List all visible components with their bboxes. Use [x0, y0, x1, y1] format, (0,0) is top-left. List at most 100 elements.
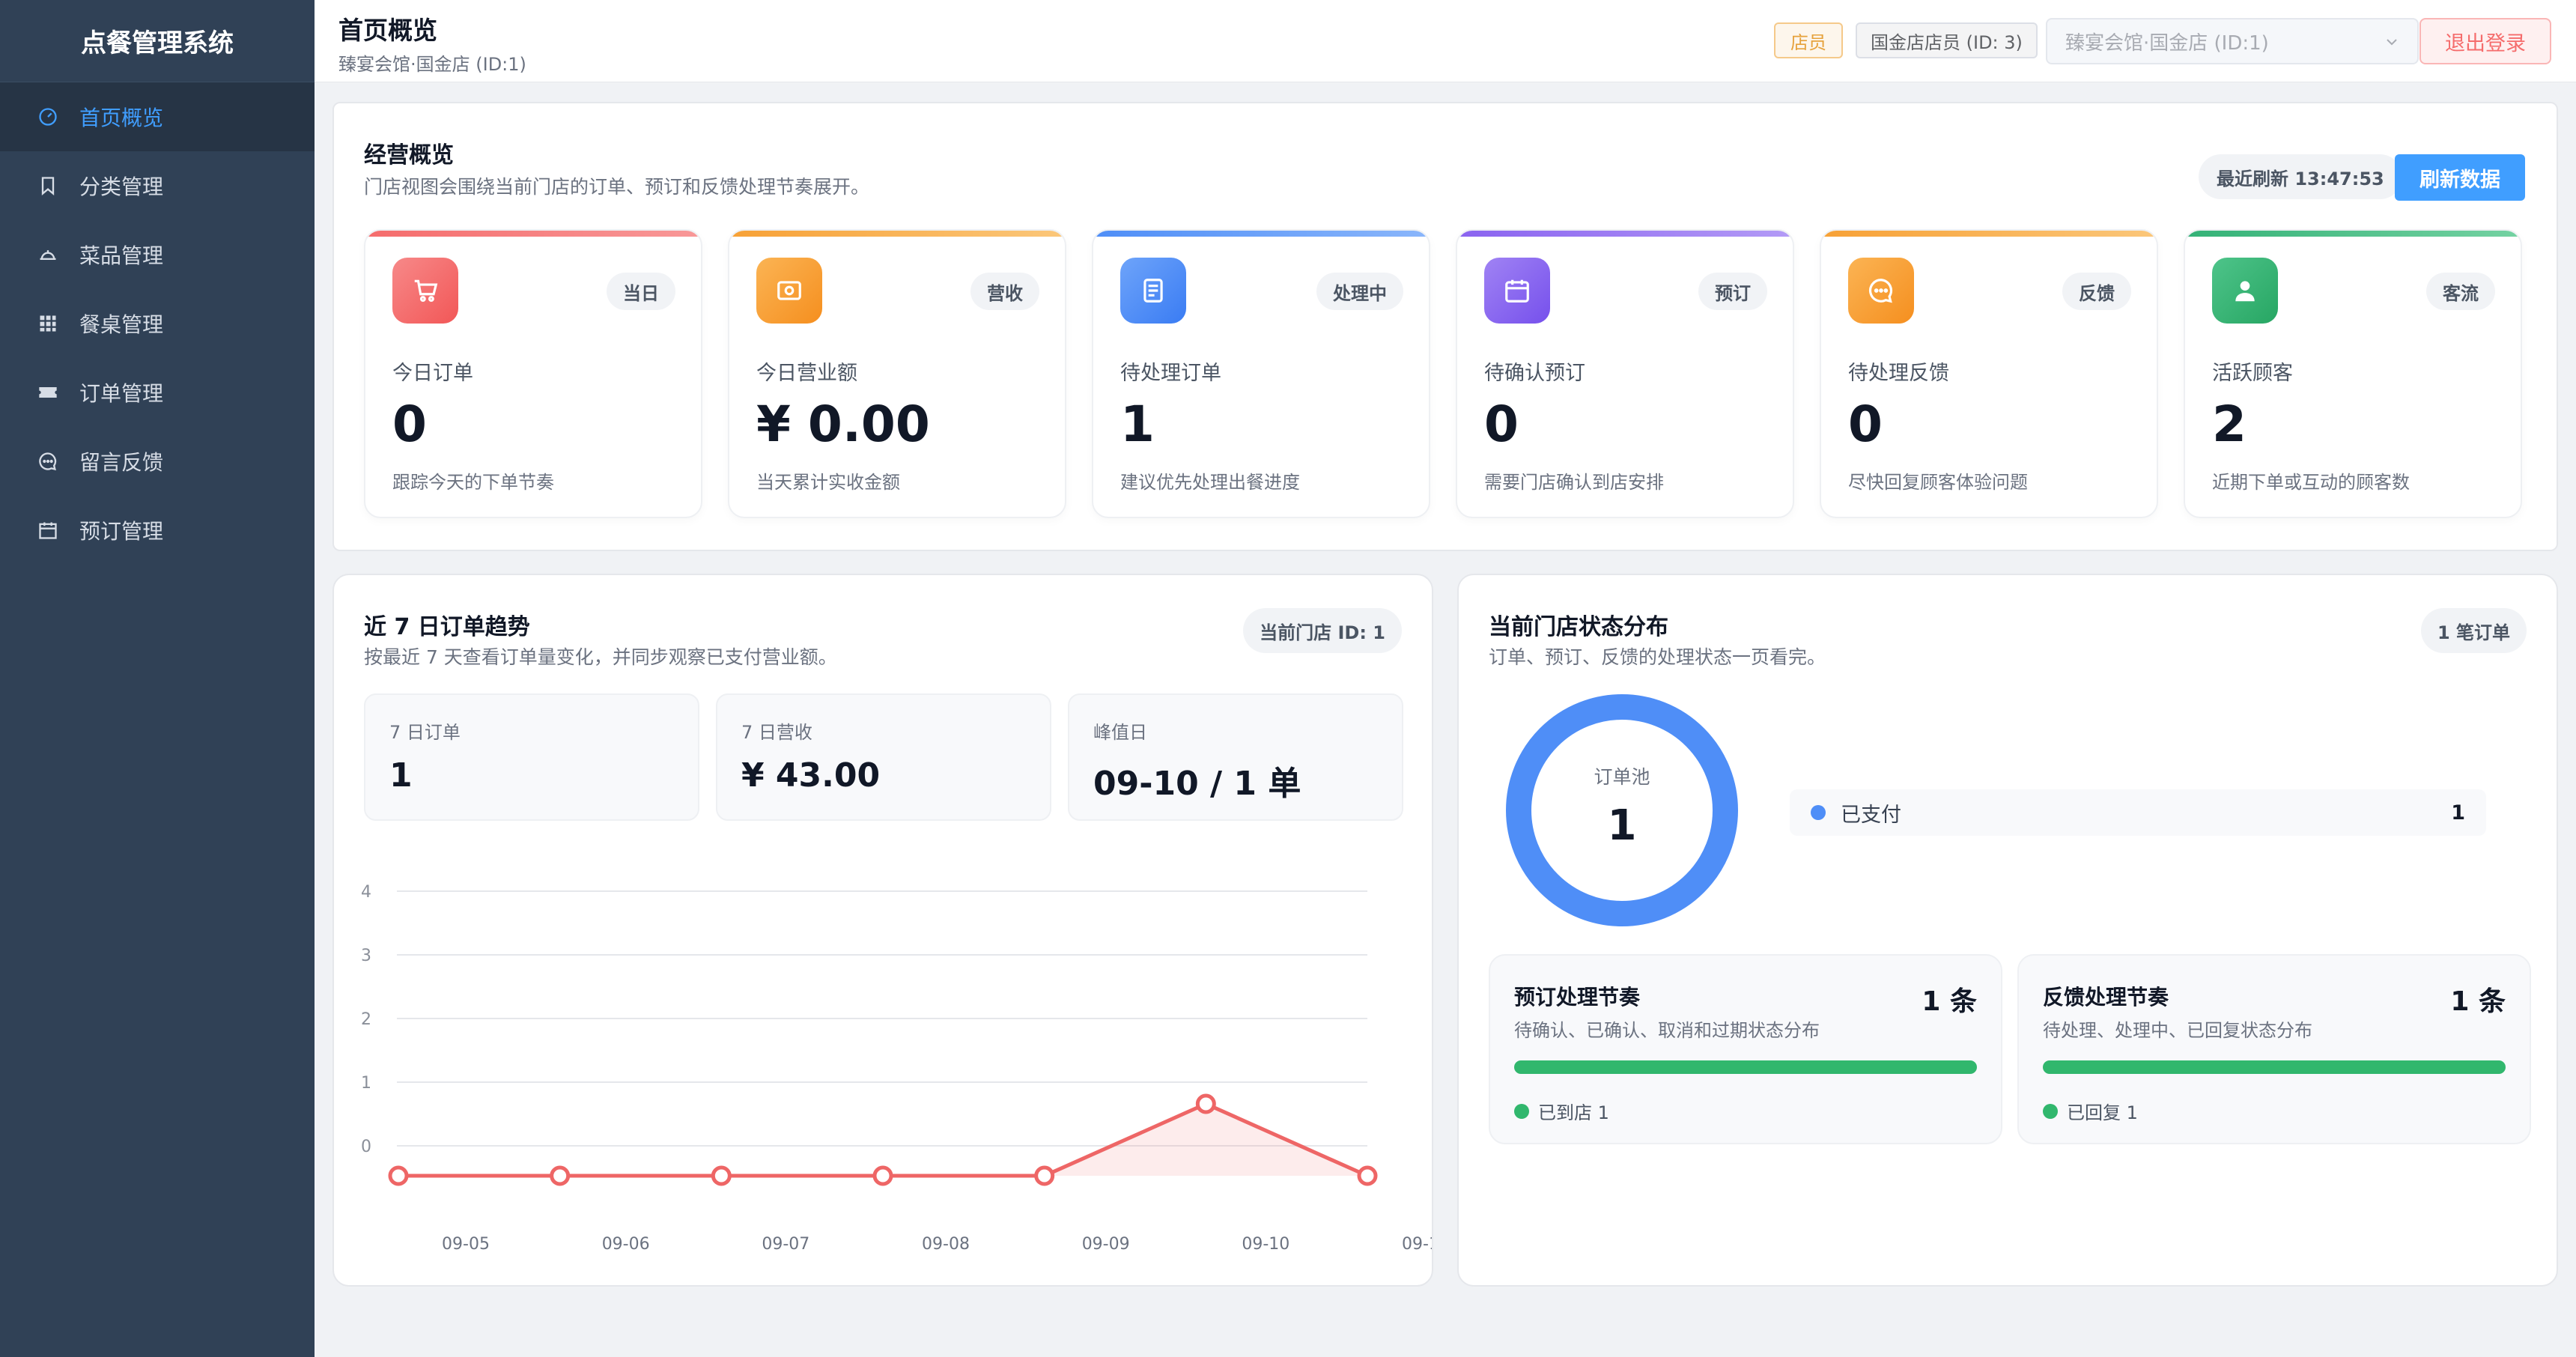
mini-label: 峰值日	[1093, 722, 1147, 743]
stat-card-pending-feedback: 反馈 待处理反馈 0 尽快回复顾客体验问题	[1820, 229, 2158, 518]
grid-icon	[37, 313, 58, 334]
reservation-rhythm-card: 预订处理节奏 1 条 待确认、已确认、取消和过期状态分布 已到店 1	[1489, 954, 2002, 1144]
status-dot	[1514, 1103, 1529, 1119]
top-header: 首页概览 臻宴会馆·国金店 (ID:1) 店员 国金店店员 (ID: 3) 臻宴…	[315, 0, 2576, 82]
sidebar-item-feedback[interactable]: 留言反馈	[0, 427, 315, 496]
x-tick-label: 09-09	[1082, 1235, 1130, 1254]
card-accent-bar	[1457, 231, 1793, 237]
rhythm-subtitle: 待确认、已确认、取消和过期状态分布	[1514, 1020, 1820, 1041]
sidebar-item-label: 订单管理	[79, 381, 164, 406]
store-id-pill: 当前门店 ID: 1	[1243, 608, 1402, 653]
user-icon	[2212, 258, 2278, 324]
overview-title: 经营概览	[364, 142, 454, 169]
dashboard-icon	[37, 106, 58, 127]
data-point[interactable]	[1195, 1093, 1216, 1114]
sidebar-item-label: 预订管理	[79, 519, 164, 544]
rhythm-legend-item: 已回复 1	[2043, 1098, 2138, 1124]
status-title: 当前门店状态分布	[1489, 614, 1668, 640]
rhythm-item-label: 已到店 1	[1538, 1102, 1609, 1123]
overview-subtitle: 门店视图会围绕当前门店的订单、预订和反馈处理节奏展开。	[364, 176, 870, 198]
refresh-button[interactable]: 刷新数据	[2395, 154, 2525, 201]
sidebar-item-category[interactable]: 分类管理	[0, 151, 315, 220]
card-accent-bar	[729, 231, 1065, 237]
mini-value: ¥ 43.00	[741, 756, 881, 795]
sidebar-item-reservations[interactable]: 预订管理	[0, 496, 315, 565]
card-tag: 预订	[1698, 273, 1767, 310]
mini-value: 1	[389, 756, 413, 795]
sidebar-item-label: 餐桌管理	[79, 312, 164, 337]
card-desc: 跟踪今天的下单节奏	[392, 472, 554, 493]
card-desc: 建议优先处理出餐进度	[1120, 472, 1300, 493]
sidebar-item-label: 菜品管理	[79, 243, 164, 268]
rhythm-progress-bar	[1514, 1060, 1977, 1074]
order-trend-chart: 0 1 2 3 4 09-05 09-06 09-07 09-08 09-09 09-10 09-11	[361, 883, 1432, 1254]
card-label: 待处理反馈	[1848, 362, 1949, 385]
card-tag: 当日	[607, 273, 675, 310]
rhythm-count: 1 条	[1922, 986, 1977, 1017]
cart-icon	[392, 258, 458, 324]
last-refresh-badge: 最近刷新 13:47:53	[2199, 154, 2402, 199]
card-tag: 反馈	[2062, 273, 2131, 310]
card-accent-bar	[1821, 231, 2157, 237]
sidebar-menu: 首页概览 分类管理 菜品管理 餐桌管理 订单管理 留言反馈 预订管理	[0, 82, 315, 565]
card-accent-bar	[1093, 231, 1429, 237]
data-point[interactable]	[1034, 1165, 1055, 1186]
data-point[interactable]	[550, 1165, 571, 1186]
series-area	[398, 1104, 1367, 1176]
status-subtitle: 订单、预订、反馈的处理状态一页看完。	[1489, 646, 1826, 668]
store-select[interactable]: 臻宴会馆·国金店 (ID:1)	[2046, 18, 2419, 64]
card-accent-bar	[2185, 231, 2521, 237]
logout-button[interactable]: 退出登录	[2419, 18, 2551, 64]
sidebar-item-dashboard[interactable]: 首页概览	[0, 82, 315, 151]
card-accent-bar	[365, 231, 701, 237]
role-badge: 店员	[1774, 22, 1843, 58]
status-panel: 当前门店状态分布 订单、预订、反馈的处理状态一页看完。 1 笔订单 订单池 1 …	[1457, 574, 2558, 1287]
trend-title: 近 7 日订单趋势	[364, 614, 530, 640]
bookmark-icon	[37, 175, 58, 196]
sidebar-item-label: 分类管理	[79, 174, 164, 199]
card-value: ¥ 0.00	[756, 395, 930, 453]
donut-value: 1	[1607, 801, 1637, 850]
chat-icon	[1848, 258, 1914, 324]
x-tick-label: 09-07	[762, 1235, 809, 1254]
store-select-value: 臻宴会馆·国金店 (ID:1)	[2065, 31, 2269, 55]
sidebar-item-label: 首页概览	[79, 106, 164, 130]
mini-label: 7 日订单	[389, 722, 461, 743]
y-tick-label: 1	[361, 1074, 371, 1093]
app-title: 点餐管理系统	[0, 0, 315, 82]
legend-dot	[1811, 805, 1826, 820]
trend-subtitle: 按最近 7 天查看订单量变化，并同步观察已支付营业额。	[364, 646, 837, 668]
card-desc: 尽快回复顾客体验问题	[1848, 472, 2028, 493]
legend-item-paid: 已支付 1	[1790, 789, 2486, 836]
y-tick-label: 0	[361, 1138, 371, 1156]
status-dot	[2043, 1103, 2058, 1119]
stat-card-today-orders: 当日 今日订单 0 跟踪今天的下单节奏	[364, 229, 702, 518]
sidebar-item-dishes[interactable]: 菜品管理	[0, 220, 315, 289]
dish-icon	[37, 244, 58, 265]
data-point[interactable]	[711, 1165, 732, 1186]
chat-icon	[37, 451, 58, 472]
card-value: 0	[392, 395, 427, 453]
y-tick-label: 4	[361, 883, 371, 902]
stat-card-today-revenue: 营收 今日营业额 ¥ 0.00 当天累计实收金额	[728, 229, 1066, 518]
x-tick-label: 09-10	[1242, 1235, 1289, 1254]
data-point[interactable]	[872, 1165, 893, 1186]
ticket-icon	[37, 382, 58, 403]
rhythm-title: 反馈处理节奏	[2043, 985, 2169, 1010]
rhythm-legend-item: 已到店 1	[1514, 1098, 1609, 1124]
x-tick-label: 09-08	[922, 1235, 970, 1254]
stat-card-pending-reservations: 预订 待确认预订 0 需要门店确认到店安排	[1456, 229, 1794, 518]
user-badge: 国金店店员 (ID: 3)	[1856, 22, 2038, 58]
data-point[interactable]	[1357, 1165, 1378, 1186]
y-tick-label: 2	[361, 1010, 371, 1029]
card-desc: 当天累计实收金额	[756, 472, 900, 493]
card-value: 0	[1848, 395, 1883, 453]
page-title: 首页概览	[338, 16, 437, 45]
x-tick-label: 09-11	[1402, 1235, 1432, 1254]
data-point[interactable]	[388, 1165, 409, 1186]
sidebar-item-orders[interactable]: 订单管理	[0, 358, 315, 427]
order-count-pill: 1 笔订单	[2420, 608, 2527, 653]
card-label: 待确认预订	[1484, 362, 1585, 385]
legend-count: 1	[2451, 801, 2465, 825]
sidebar-item-tables[interactable]: 餐桌管理	[0, 289, 315, 358]
